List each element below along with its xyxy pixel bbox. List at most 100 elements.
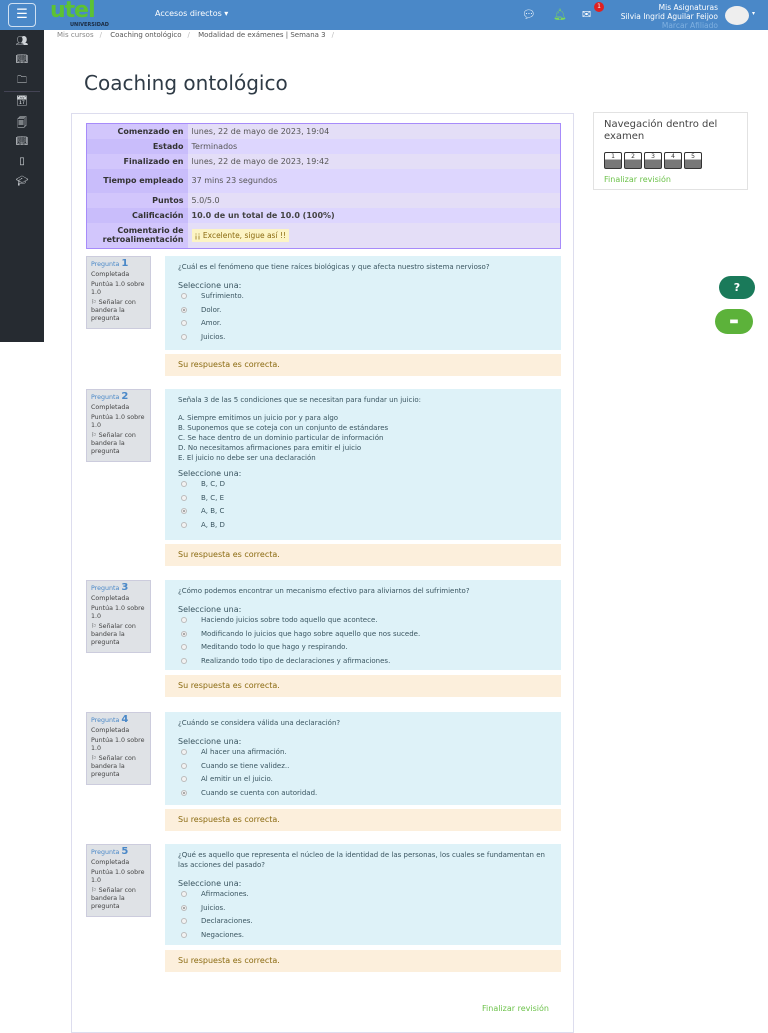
tablet-icon[interactable]: ▯ (0, 156, 44, 167)
answer-option[interactable]: Al emitir un el juicio. (178, 773, 548, 787)
shortcuts-menu[interactable]: Accesos directos ▾ (155, 9, 228, 18)
radio-button[interactable] (181, 293, 187, 299)
answer-option[interactable]: Al hacer una afirmación. (178, 746, 548, 760)
breadcrumb-item[interactable]: Mis cursos (57, 31, 94, 39)
user-menu[interactable]: Mis Asignaturas Silvia Ingrid Aguilar Fe… (621, 3, 718, 30)
radio-button[interactable] (181, 789, 187, 796)
summary-value: 37 mins 23 segundos (187, 168, 561, 193)
condition-line: A. Siempre emitimos un juicio por y para… (178, 414, 339, 422)
radio-button[interactable] (181, 333, 187, 340)
answer-option[interactable]: Cuando se tiene validez.. (178, 760, 548, 774)
book-open-icon[interactable]: 📖︎ (0, 136, 44, 147)
condition-line: C. Se hace dentro de un dominio particul… (178, 434, 384, 442)
question-nav-button[interactable]: 5 (684, 152, 702, 169)
flag-question[interactable]: ⚐ Señalar con bandera la pregunta (91, 299, 146, 323)
question-info: Pregunta 2 Completada Puntúa 1.0 sobre 1… (86, 389, 151, 462)
avatar[interactable] (725, 6, 749, 25)
radio-button[interactable] (181, 521, 187, 528)
answer-option[interactable]: Haciendo juicios sobre todo aquello que … (178, 614, 548, 628)
radio-button[interactable] (181, 891, 187, 897)
flag-question[interactable]: ⚐ Señalar con bandera la pregunta (91, 887, 146, 911)
chat-button[interactable]: ▬ (715, 309, 753, 334)
radio-button[interactable] (181, 630, 187, 637)
bell-icon[interactable]: 🔔︎ (553, 8, 567, 21)
answer-option[interactable]: Juicios. (178, 902, 548, 916)
question-state: Completada (91, 727, 130, 734)
graduation-cap-icon[interactable]: 🎓︎ (0, 176, 44, 187)
question-number: 5 (121, 846, 129, 857)
radio-button[interactable] (181, 762, 187, 769)
answer-feedback: Su respuesta es correcta. (165, 950, 561, 972)
breadcrumb-item[interactable]: Modalidad de exámenes | Semana 3 (198, 31, 326, 39)
radio-button[interactable] (181, 508, 187, 514)
folder-icon[interactable]: 🗀 (0, 73, 44, 90)
summary-row: Finalizado en lunes, 22 de mayo de 2023, … (86, 153, 561, 169)
radio-button[interactable] (181, 494, 187, 501)
chevron-down-icon[interactable]: ▾ (752, 10, 755, 17)
question-text: ¿Cómo podemos encontrar un mecanismo efe… (178, 587, 470, 595)
answer-option[interactable]: B, C, D (178, 478, 548, 492)
question-text: ¿Cuándo se considera válida una declarac… (178, 719, 341, 727)
mail-icon[interactable]: ✉ (582, 8, 591, 21)
question-number: 4 (121, 714, 129, 725)
shortcuts-label: Accesos directos (155, 9, 222, 18)
answer-option[interactable]: B, C, E (178, 492, 548, 506)
question-grade: Puntúa 1.0 sobre 1.0 (91, 737, 145, 752)
documents-icon[interactable]: 🗐 (0, 116, 44, 133)
option-label: Dolor. (201, 305, 222, 314)
finish-review-link[interactable]: Finalizar revisión (604, 175, 737, 184)
breadcrumb-item[interactable]: Coaching ontológico (110, 31, 181, 39)
flag-question[interactable]: ⚐ Señalar con bandera la pregunta (91, 623, 146, 647)
option-label: A, B, C (201, 507, 225, 515)
radio-button[interactable] (181, 904, 187, 911)
help-button[interactable]: ? (719, 276, 755, 299)
answer-option[interactable]: Dolor. (178, 304, 548, 318)
answer-option[interactable]: Realizando todo tipo de declaraciones y … (178, 655, 548, 669)
finish-review-bottom-link[interactable]: Finalizar revisión (482, 1004, 549, 1013)
book-icon[interactable]: 📖︎ (0, 54, 44, 65)
question-content: ¿Cuándo se considera válida una declarac… (165, 712, 561, 805)
answer-option[interactable]: Meditando todo lo que hago y respirando. (178, 641, 548, 655)
answer-option[interactable]: Afirmaciones. (178, 888, 548, 902)
question-nav-button[interactable]: 3 (644, 152, 662, 169)
answer-option[interactable]: Juicios. (178, 331, 548, 345)
radio-button[interactable] (181, 776, 187, 782)
answer-option[interactable]: Amor. (178, 317, 548, 331)
answer-option[interactable]: Modificando lo juicios que hago sobre aq… (178, 628, 548, 642)
question-content: Señala 3 de las 5 condiciones que se nec… (165, 389, 561, 540)
answer-option[interactable]: Negaciones. (178, 929, 548, 943)
option-label: Al emitir un el juicio. (201, 775, 273, 783)
hamburger-icon[interactable]: ☰ (8, 3, 36, 27)
radio-button[interactable] (181, 918, 187, 924)
answer-option[interactable]: A, B, C (178, 505, 548, 519)
summary-value: Terminados (187, 138, 561, 154)
answer-option[interactable]: Sufrimiento. (178, 290, 548, 304)
logo[interactable]: utel UNIVERSIDAD (50, 0, 109, 28)
question-nav-button[interactable]: 2 (624, 152, 642, 169)
question-nav-button[interactable]: 1 (604, 152, 622, 169)
flag-question[interactable]: ⚐ Señalar con bandera la pregunta (91, 755, 146, 779)
option-label: Juicios. (201, 903, 226, 912)
question-text: ¿Cuál es el fenómeno que tiene raíces bi… (178, 263, 490, 271)
radio-button[interactable] (181, 644, 187, 650)
answer-option[interactable]: A, B, D (178, 519, 548, 533)
radio-button[interactable] (181, 481, 187, 487)
radio-button[interactable] (181, 657, 187, 664)
flag-icon: ⚐ (91, 755, 97, 762)
chat-icon[interactable]: 💬︎ (522, 8, 536, 21)
question-label: Pregunta (91, 261, 120, 268)
radio-button[interactable] (181, 306, 187, 313)
flag-question[interactable]: ⚐ Señalar con bandera la pregunta (91, 432, 146, 456)
radio-button[interactable] (181, 617, 187, 623)
radio-button[interactable] (181, 749, 187, 755)
answer-option[interactable]: Cuando se cuenta con autoridad. (178, 787, 548, 801)
radio-button[interactable] (181, 320, 187, 326)
flag-label: Señalar con bandera la pregunta (91, 887, 136, 910)
calendar-icon[interactable]: 📅︎ (0, 96, 44, 107)
answer-option[interactable]: Declaraciones. (178, 915, 548, 929)
question-info: Pregunta 3 Completada Puntúa 1.0 sobre 1… (86, 580, 151, 653)
radio-button[interactable] (181, 931, 187, 938)
users-icon[interactable]: 👥︎ (0, 36, 44, 47)
option-label: Realizando todo tipo de declaraciones y … (201, 656, 391, 665)
question-nav-button[interactable]: 4 (664, 152, 682, 169)
